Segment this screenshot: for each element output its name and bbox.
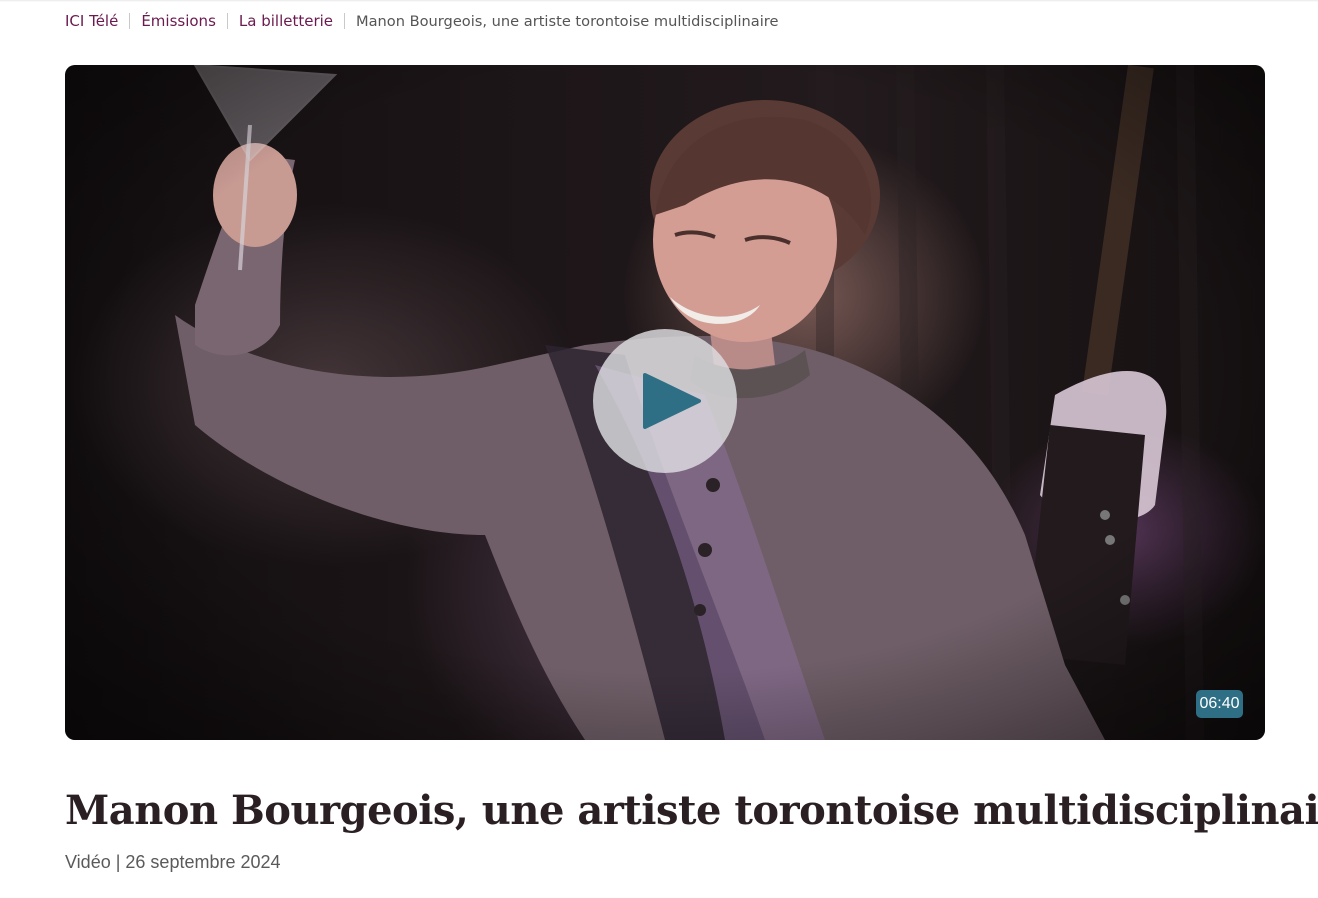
content-type-label: Vidéo [65, 851, 111, 872]
breadcrumb-link-ici-tele[interactable]: ICI Télé [65, 12, 118, 30]
top-divider [0, 0, 1318, 2]
video-player[interactable]: 06:40 [65, 65, 1265, 740]
article-meta: Vidéo | 26 septembre 2024 [65, 850, 281, 874]
video-duration-badge: 06:40 [1196, 690, 1243, 718]
play-icon [643, 373, 701, 429]
page-title: Manon Bourgeois, une artiste torontoise … [65, 787, 1318, 834]
breadcrumb-current: Manon Bourgeois, une artiste torontoise … [356, 12, 779, 30]
play-button[interactable] [593, 329, 737, 473]
breadcrumb-link-la-billetterie[interactable]: La billetterie [239, 12, 333, 30]
breadcrumb-separator [129, 13, 131, 29]
breadcrumb-separator [226, 13, 228, 29]
breadcrumb-separator [344, 13, 346, 29]
meta-separator: | [115, 851, 121, 872]
breadcrumb-link-emissions[interactable]: Émissions [141, 12, 216, 30]
publish-date: 26 septembre 2024 [125, 851, 281, 872]
breadcrumb: ICI Télé Émissions La billetterie Manon … [65, 9, 778, 33]
